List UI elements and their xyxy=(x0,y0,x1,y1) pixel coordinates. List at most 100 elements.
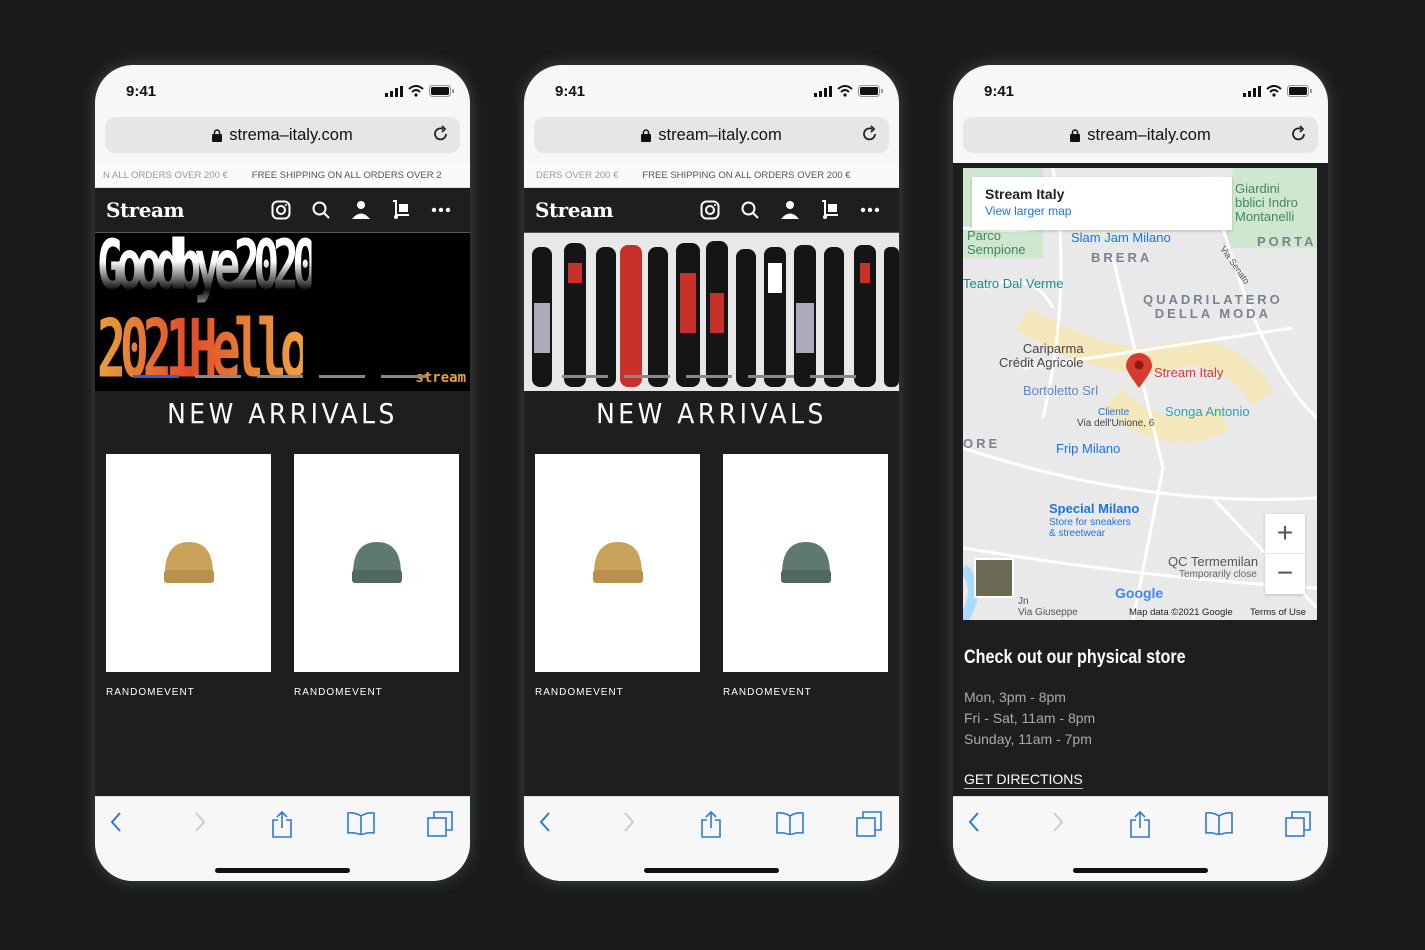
satellite-toggle[interactable] xyxy=(974,558,1014,598)
home-indicator[interactable] xyxy=(644,868,779,873)
product-card[interactable] xyxy=(106,454,271,672)
cart-icon[interactable] xyxy=(820,200,840,220)
lock-icon xyxy=(641,128,652,142)
carousel-indicator[interactable] xyxy=(562,375,856,378)
carousel-dot[interactable] xyxy=(810,375,856,378)
map-poi[interactable]: Special Milano xyxy=(1049,501,1139,516)
more-icon[interactable] xyxy=(860,207,880,213)
more-icon[interactable] xyxy=(431,207,451,213)
address-bar[interactable]: stream–italy.com xyxy=(963,117,1318,153)
share-icon[interactable] xyxy=(271,811,293,839)
home-indicator[interactable] xyxy=(215,868,350,873)
zoom-in-button[interactable]: + xyxy=(1265,514,1305,554)
product-card[interactable] xyxy=(535,454,700,672)
carousel-dot[interactable] xyxy=(381,375,427,378)
models-photo xyxy=(532,241,899,387)
address-bar[interactable]: stream–italy.com xyxy=(534,117,889,153)
carousel-dot[interactable] xyxy=(319,375,365,378)
share-icon[interactable] xyxy=(700,811,722,839)
share-icon[interactable] xyxy=(1129,811,1151,839)
instagram-icon[interactable] xyxy=(271,200,291,220)
map-poi[interactable]: QC Termemilan xyxy=(1168,554,1258,569)
terms-link[interactable]: Terms of Use xyxy=(1250,607,1306,618)
address-bar[interactable]: strema–italy.com xyxy=(105,117,460,153)
url-text: strema–italy.com xyxy=(229,125,353,144)
instagram-icon[interactable] xyxy=(700,200,720,220)
product-brand[interactable]: RANDOMEVENT xyxy=(294,687,383,698)
map-poi[interactable]: Frip Milano xyxy=(1056,441,1120,456)
view-larger-map-link[interactable]: View larger map xyxy=(985,204,1219,218)
tabs-icon[interactable] xyxy=(1285,811,1311,837)
map-poi-desc: Temporarily close xyxy=(1179,569,1257,580)
carousel-dot[interactable] xyxy=(748,375,794,378)
bookmarks-icon[interactable] xyxy=(347,811,375,835)
wifi-icon xyxy=(1266,85,1282,97)
back-icon[interactable] xyxy=(967,811,981,833)
promo-text: FREE SHIPPING ON ALL ORDERS OVER 2 xyxy=(251,169,442,181)
wifi-icon xyxy=(408,85,424,97)
account-icon[interactable] xyxy=(351,200,371,220)
account-icon[interactable] xyxy=(780,200,800,220)
map-poi[interactable]: Slam Jam Milano xyxy=(1071,230,1171,245)
forward-icon[interactable] xyxy=(193,811,207,833)
reload-icon[interactable] xyxy=(861,125,879,143)
forward-icon[interactable] xyxy=(1051,811,1065,833)
url-text: stream–italy.com xyxy=(1087,125,1211,144)
map-poi[interactable]: Cliente xyxy=(1098,407,1129,418)
zoom-out-button[interactable]: − xyxy=(1265,554,1305,594)
map-poi[interactable]: Cariparma Crédit Agricole xyxy=(999,342,1084,370)
site-logo[interactable]: Stream xyxy=(535,198,700,222)
product-brand[interactable]: RANDOMEVENT xyxy=(535,687,624,698)
store-hours: Mon, 3pm - 8pm Fri - Sat, 11am - 8pm Sun… xyxy=(964,687,1095,750)
beanie-image xyxy=(351,542,402,583)
cart-icon[interactable] xyxy=(391,200,411,220)
reload-icon[interactable] xyxy=(1290,125,1308,143)
get-directions-link[interactable]: GET DIRECTIONS xyxy=(964,771,1083,789)
back-icon[interactable] xyxy=(538,811,552,833)
map-poi[interactable]: Songa Antonio xyxy=(1165,404,1250,419)
carousel-dot[interactable] xyxy=(624,375,670,378)
carousel-dot[interactable] xyxy=(133,375,179,378)
reload-icon[interactable] xyxy=(432,125,450,143)
site-logo[interactable]: Stream xyxy=(106,198,271,222)
map-poi[interactable]: Bortoletto Srl xyxy=(1023,383,1098,398)
product-brand[interactable]: RANDOMEVENT xyxy=(106,687,195,698)
hours-line: Sunday, 11am - 7pm xyxy=(964,731,1092,747)
promo-text: N ALL ORDERS OVER 200 € xyxy=(103,169,228,181)
hero-banner[interactable]: Goodbye2020 2021Hello stream xyxy=(95,233,470,391)
zoom-controls: + − xyxy=(1265,514,1305,594)
product-card[interactable] xyxy=(723,454,888,672)
signal-icon xyxy=(814,85,832,97)
search-icon[interactable] xyxy=(311,200,331,220)
promo-marquee: N ALL ORDERS OVER 200 € FREE SHIPPING ON… xyxy=(95,163,470,188)
map-poi[interactable]: Via dell'Unione, 6 xyxy=(1077,418,1154,429)
back-icon[interactable] xyxy=(109,811,123,833)
carousel-dot[interactable] xyxy=(686,375,732,378)
carousel-indicator[interactable] xyxy=(133,375,427,378)
bookmarks-icon[interactable] xyxy=(1205,811,1233,835)
map-poi[interactable]: Jn xyxy=(1018,596,1029,607)
carousel-dot[interactable] xyxy=(257,375,303,378)
section-title: NEW ARRIVALS xyxy=(167,397,398,430)
home-indicator[interactable] xyxy=(1073,868,1208,873)
site-header: Stream xyxy=(95,188,470,233)
signal-icon xyxy=(1243,85,1261,97)
page-content: Stream Italy View larger map Giardini bb… xyxy=(953,163,1328,796)
carousel-dot[interactable] xyxy=(195,375,241,378)
embedded-map[interactable]: Stream Italy View larger map Giardini bb… xyxy=(963,168,1317,620)
map-poi[interactable]: Teatro Dal Verme xyxy=(963,276,1063,291)
tabs-icon[interactable] xyxy=(856,811,882,837)
forward-icon[interactable] xyxy=(622,811,636,833)
browser-toolbar xyxy=(953,796,1328,881)
lookbook-banner[interactable] xyxy=(524,233,899,391)
carousel-dot[interactable] xyxy=(562,375,608,378)
map-poi-stream[interactable]: Stream Italy xyxy=(1154,365,1223,380)
status-time: 9:41 xyxy=(126,83,157,100)
product-brand[interactable]: RANDOMEVENT xyxy=(723,687,812,698)
hero-line-1: Goodbye2020 xyxy=(97,233,318,306)
promo-text: DERS OVER 200 € xyxy=(536,169,619,181)
product-card[interactable] xyxy=(294,454,459,672)
bookmarks-icon[interactable] xyxy=(776,811,804,835)
search-icon[interactable] xyxy=(740,200,760,220)
tabs-icon[interactable] xyxy=(427,811,453,837)
